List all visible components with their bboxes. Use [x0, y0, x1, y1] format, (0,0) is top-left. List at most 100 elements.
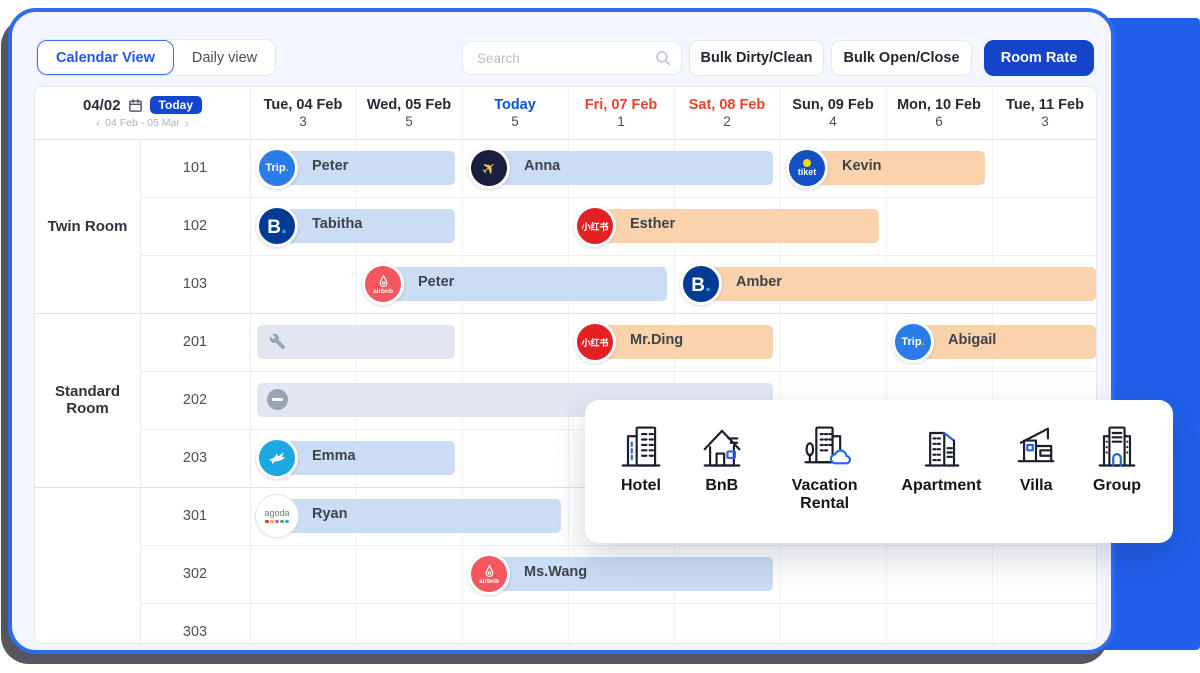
airbnb-icon: airbnb: [468, 553, 510, 595]
vacation-rental-icon: [799, 420, 851, 472]
booking-bar[interactable]: Amber: [688, 267, 1096, 301]
column-line: [462, 87, 463, 643]
property-type-item-vacation-rental[interactable]: Vacation Rental: [777, 420, 873, 543]
date-column-header[interactable]: Today5: [462, 87, 568, 139]
property-type-label: Vacation Rental: [777, 477, 873, 514]
traveloka-icon: [256, 437, 298, 479]
property-type-item-villa[interactable]: Villa: [1010, 420, 1062, 543]
date-booking-count: 6: [935, 114, 943, 129]
property-type-item-hotel[interactable]: Hotel: [615, 420, 667, 543]
property-type-item-bnb[interactable]: BnB: [696, 420, 748, 543]
date-booking-count: 1: [617, 114, 625, 129]
date-column-header[interactable]: Fri, 07 Feb1: [568, 87, 674, 139]
room-number-cell: 101: [140, 139, 250, 197]
calendar-grid: 04/02 Today ‹ 04 Feb - 05 Mar › Tue, 04 …: [34, 86, 1097, 644]
date-label: Fri, 07 Feb: [585, 97, 658, 113]
date-column-header[interactable]: Mon, 10 Feb6: [886, 87, 992, 139]
bnb-icon: [696, 420, 748, 472]
date-range: 04 Feb - 05 Mar: [105, 117, 180, 129]
room-rate-button[interactable]: Room Rate: [984, 40, 1094, 76]
prev-range-chevron[interactable]: ‹: [96, 116, 100, 130]
apartment-icon: [915, 420, 967, 472]
booking-icon: B.: [680, 263, 722, 305]
airbnb-icon: airbnb: [362, 263, 404, 305]
today-badge[interactable]: Today: [150, 96, 202, 114]
guest-name: Abigail: [948, 332, 996, 348]
minus-icon: [267, 389, 288, 410]
guest-name: Kevin: [842, 158, 882, 174]
row-line: [140, 545, 1096, 546]
bulk-dirty-clean-button[interactable]: Bulk Dirty/Clean: [689, 40, 824, 76]
tab-daily-view[interactable]: Daily view: [174, 40, 275, 75]
guest-name: Mr.Ding: [630, 332, 683, 348]
traveloka-bird: [266, 447, 288, 469]
date-column-header[interactable]: Sat, 08 Feb2: [674, 87, 780, 139]
booking-bar[interactable]: Anna: [476, 151, 773, 185]
column-line: [992, 87, 993, 643]
room-group-label: [35, 487, 140, 644]
trip-icon: Trip.: [256, 147, 298, 189]
date-booking-count: 2: [723, 114, 731, 129]
property-type-item-apartment[interactable]: Apartment: [901, 420, 981, 543]
bulk-open-close-button[interactable]: Bulk Open/Close: [831, 40, 972, 76]
booking-bar[interactable]: Ms.Wang: [476, 557, 773, 591]
date-booking-count: 5: [511, 114, 519, 129]
room-number-cell: 202: [140, 371, 250, 429]
column-line: [780, 87, 781, 643]
calendar-icon[interactable]: [128, 98, 143, 113]
date-label: Sun, 09 Feb: [792, 97, 873, 113]
property-type-label: BnB: [705, 477, 738, 495]
room-group-label: Standard Room: [35, 313, 140, 487]
hotel-icon: [615, 420, 667, 472]
date-column-header[interactable]: Tue, 04 Feb3: [250, 87, 356, 139]
booking-bar[interactable]: Peter: [370, 267, 667, 301]
villa-icon: [1010, 420, 1062, 472]
date-booking-count: 4: [829, 114, 837, 129]
row-line: [140, 371, 1096, 372]
date-booking-count: 5: [405, 114, 413, 129]
current-date: 04/02: [83, 97, 121, 114]
row-line: [140, 603, 1096, 604]
room-number-cell: 102: [140, 197, 250, 255]
guest-name: Ryan: [312, 506, 347, 522]
property-type-item-group[interactable]: Group: [1091, 420, 1143, 543]
agoda-icon: agoda: [256, 495, 298, 537]
wrench-icon: [269, 333, 286, 350]
booking-icon: B.: [256, 205, 298, 247]
room-number-cell: 103: [140, 255, 250, 313]
date-label: Mon, 10 Feb: [897, 97, 981, 113]
search-input[interactable]: [462, 41, 682, 75]
date-column-header[interactable]: Sun, 09 Feb4: [780, 87, 886, 139]
search-box: [462, 41, 682, 75]
view-switcher: Calendar View Daily view: [36, 39, 276, 76]
calendar-date-controls: 04/02 Today ‹ 04 Feb - 05 Mar ›: [35, 87, 250, 139]
booking-bar[interactable]: Esther: [582, 209, 879, 243]
page: Calendar View Daily view Bulk Dirty/Clea…: [0, 0, 1200, 673]
date-booking-count: 3: [299, 114, 307, 129]
booking-bar[interactable]: Ryan: [264, 499, 561, 533]
trip-icon: Trip.: [892, 321, 934, 363]
room-number-cell: 203: [140, 429, 250, 487]
date-label: Tue, 04 Feb: [264, 97, 343, 113]
guest-name: Amber: [736, 274, 782, 290]
property-type-popup: Hotel BnB Vacation Rental Apartment Villa Gro…: [585, 400, 1173, 543]
row-line: [140, 255, 1096, 256]
room-number-cell: 302: [140, 545, 250, 603]
property-type-label: Villa: [1020, 477, 1053, 495]
date-column-header[interactable]: Wed, 05 Feb5: [356, 87, 462, 139]
guest-name: Emma: [312, 448, 356, 464]
row-line: [140, 197, 1096, 198]
room-number-cell: 301: [140, 487, 250, 545]
guest-name: Peter: [418, 274, 454, 290]
date-column-header[interactable]: Tue, 11 Feb3: [992, 87, 1097, 139]
xiaohongshu-icon: 小红书: [574, 321, 616, 363]
tab-calendar-view[interactable]: Calendar View: [37, 40, 174, 75]
maintenance-bar[interactable]: [257, 325, 455, 359]
property-type-label: Hotel: [621, 477, 661, 495]
next-range-chevron[interactable]: ›: [185, 116, 189, 130]
grid-divider: [250, 87, 251, 643]
guest-name: Tabitha: [312, 216, 362, 232]
date-label: Wed, 05 Feb: [367, 97, 451, 113]
date-label: Tue, 11 Feb: [1006, 97, 1084, 113]
date-label: Today: [494, 97, 536, 113]
